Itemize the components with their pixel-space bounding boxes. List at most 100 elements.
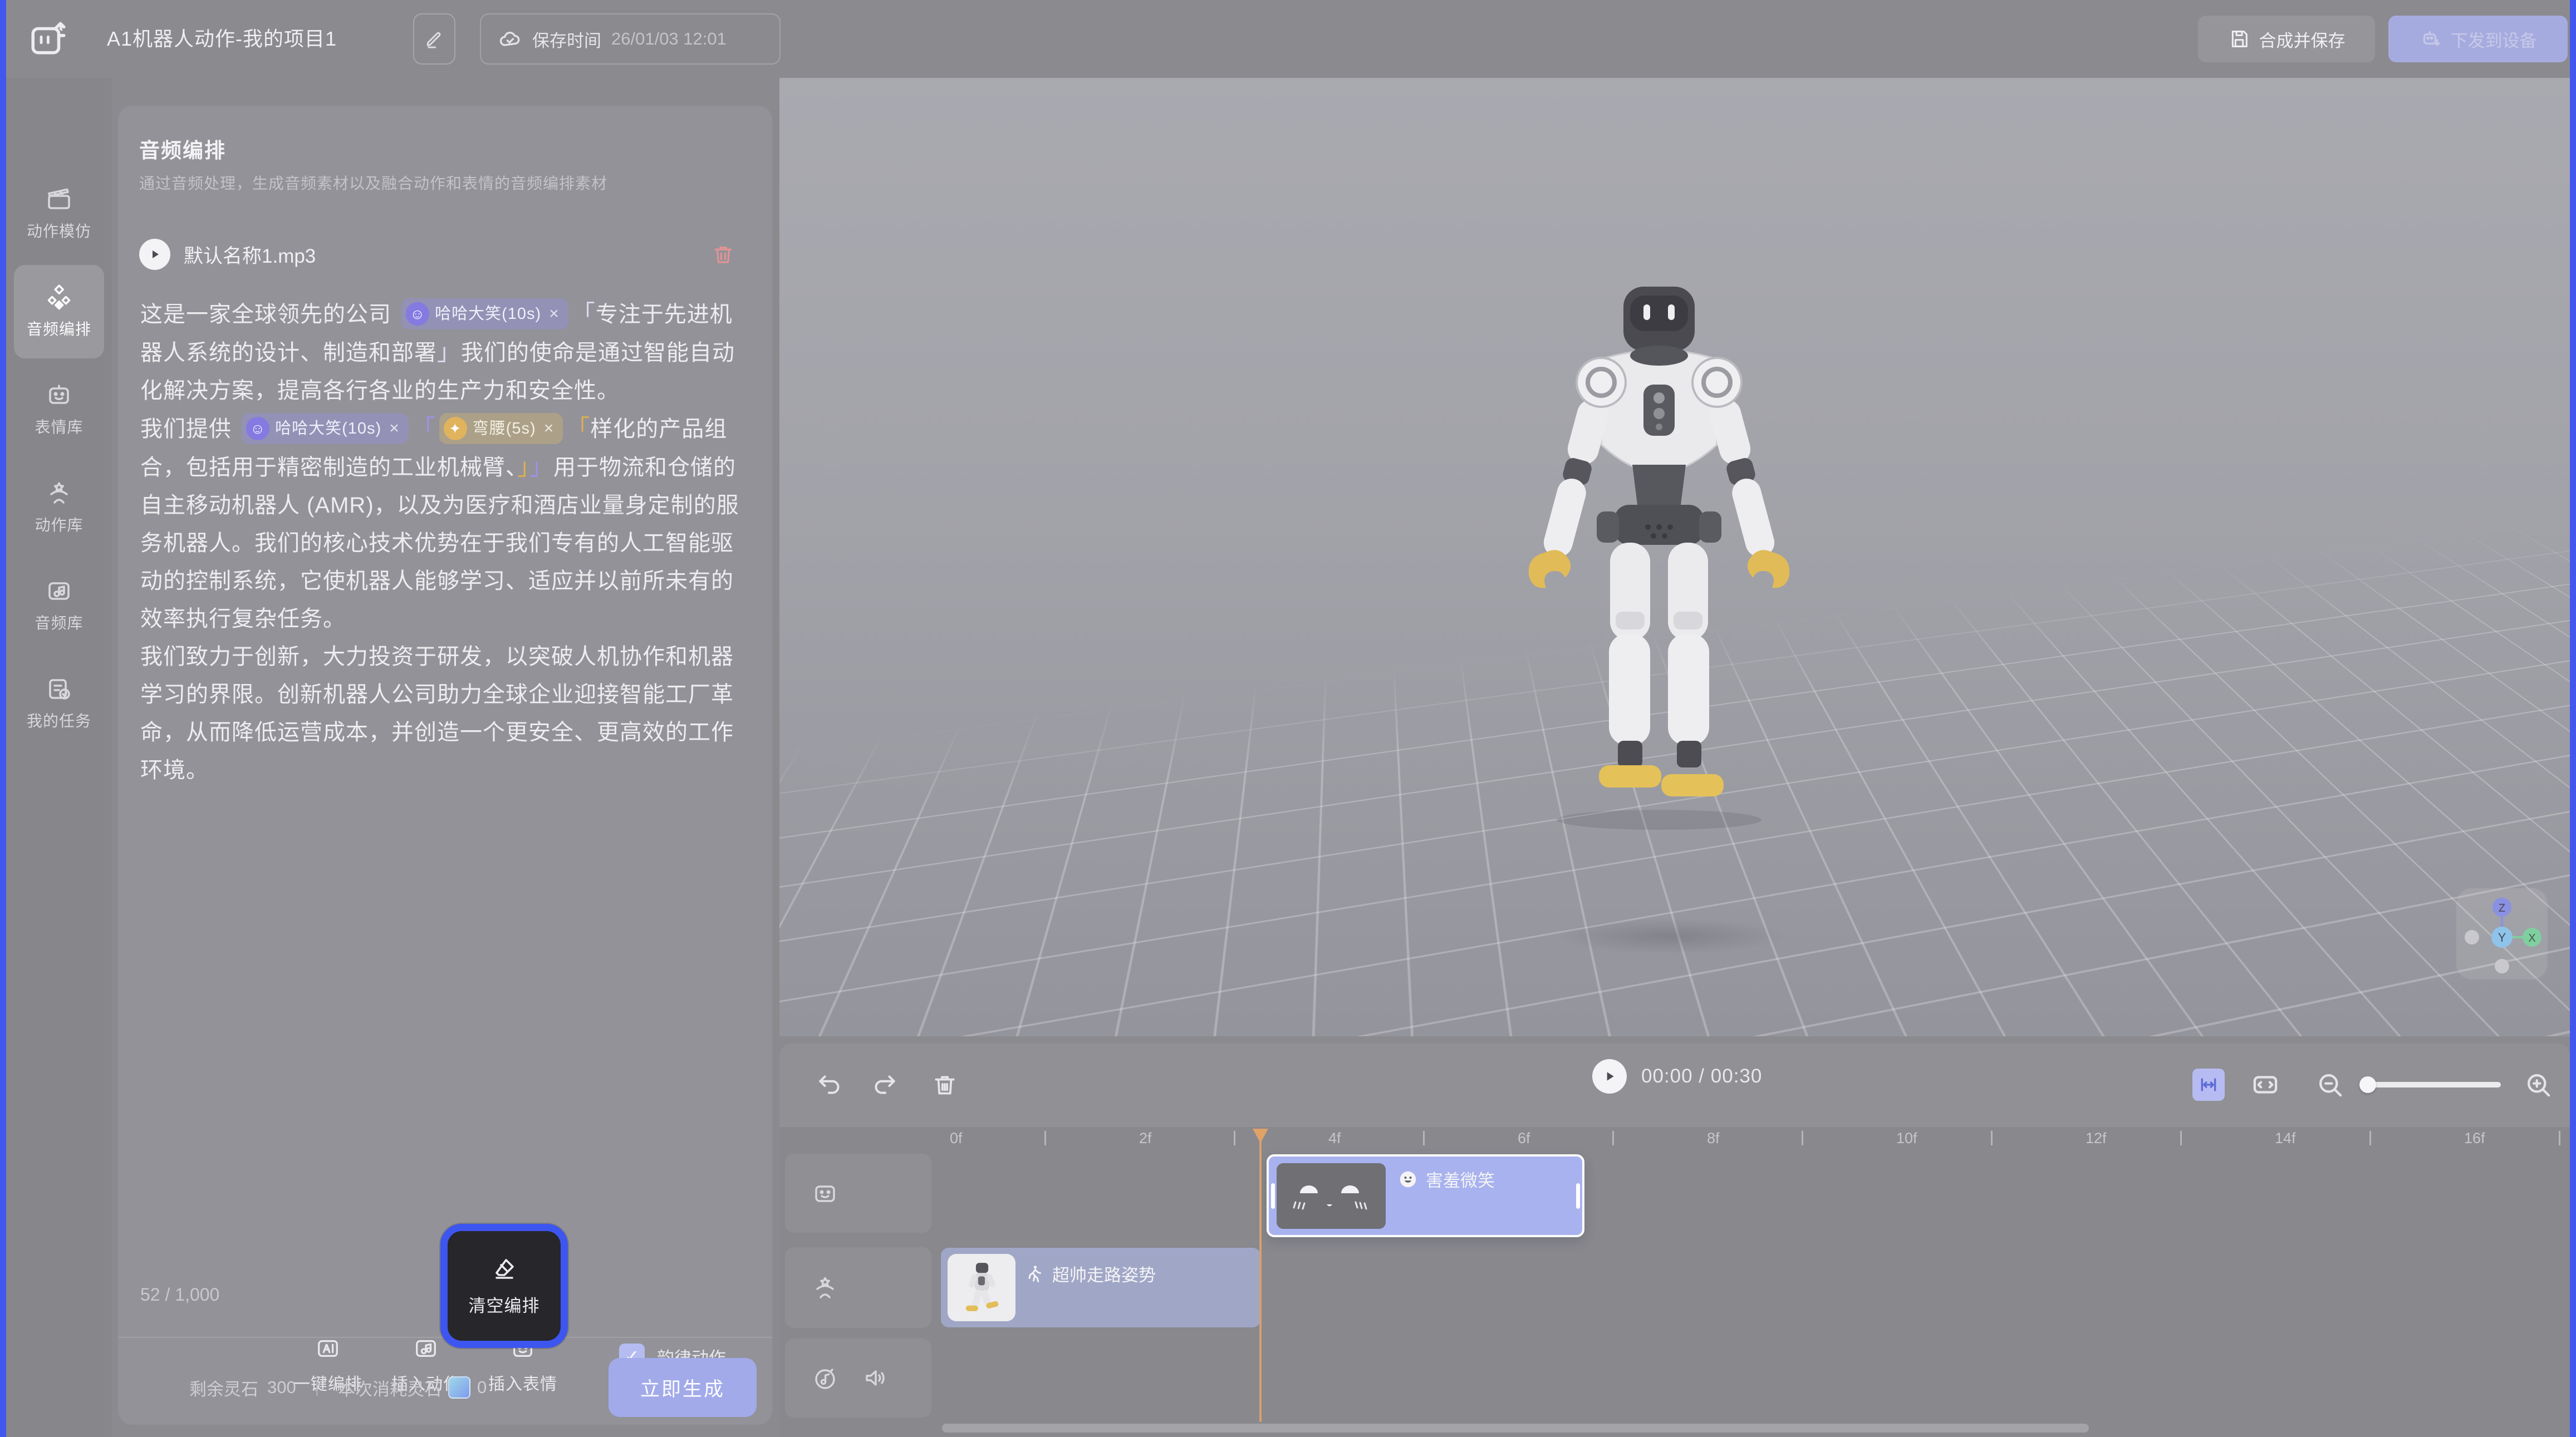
undo-icon[interactable] bbox=[816, 1070, 844, 1100]
ruler-label: 16f bbox=[2464, 1130, 2485, 1147]
segment-bracket: 」 bbox=[517, 454, 529, 480]
segment-bracket: 「 bbox=[566, 415, 590, 441]
timeline-play-button[interactable] bbox=[1592, 1059, 1627, 1094]
clip-trim-handle-right[interactable] bbox=[1576, 1183, 1580, 1209]
timeline-clip-action[interactable]: 超帅走路姿势 bbox=[941, 1248, 1260, 1327]
fit-timeline-icon[interactable] bbox=[2250, 1070, 2280, 1100]
remaining-stones-label: 剩余灵石 bbox=[189, 1375, 258, 1400]
snap-toggle-button[interactable] bbox=[2192, 1069, 2225, 1101]
consume-stones-label: 本次消耗灵石 bbox=[338, 1375, 441, 1400]
ruler-label: 12f bbox=[2086, 1130, 2107, 1147]
sidebar-item-audio-library[interactable]: 音频库 bbox=[14, 559, 104, 652]
audio-file-name: 默认名称1.mp3 bbox=[184, 240, 316, 269]
synthesize-save-button[interactable]: 合成并保存 bbox=[2198, 16, 2375, 62]
save-icon bbox=[2228, 28, 2250, 50]
expression-track-icon bbox=[812, 1180, 838, 1207]
timeline-zoom-slider[interactable] bbox=[2361, 1082, 2501, 1087]
sidebar-item-motion-mimic[interactable]: 动作模仿 bbox=[14, 167, 104, 260]
action-tag[interactable]: ✦ 弯腰(5s)× bbox=[439, 413, 563, 444]
cloud-saved-icon bbox=[498, 27, 522, 51]
sidebar-item-my-tasks[interactable]: 我的任务 bbox=[14, 657, 104, 750]
editor-text: 用于物流和仓储的自主移动机器人 (AMR)，以及为医疗和酒店业量身定制的服务机器… bbox=[140, 455, 739, 631]
ruler-tick bbox=[1991, 1131, 1993, 1145]
segment-bracket: 「 bbox=[572, 301, 596, 327]
gizmo-y-label[interactable]: Y bbox=[2498, 931, 2506, 944]
gizmo-axis-dot bbox=[2495, 959, 2509, 973]
playhead[interactable] bbox=[1253, 1129, 1268, 1424]
segment-bracket: 」 bbox=[529, 454, 553, 480]
ruler-label: 0f bbox=[950, 1130, 963, 1147]
zoom-out-icon[interactable] bbox=[2315, 1070, 2345, 1100]
consume-stones-value: 0 bbox=[477, 1377, 487, 1397]
ruler-label: 2f bbox=[1139, 1130, 1152, 1147]
clear-arrangement-button[interactable]: 清空编排 bbox=[440, 1224, 568, 1348]
deploy-to-device-button[interactable]: 下发到设备 bbox=[2388, 16, 2568, 62]
gizmo-axis-dot bbox=[2465, 930, 2479, 944]
play-icon bbox=[148, 248, 161, 261]
smile-face-icon: ☺ bbox=[406, 302, 429, 326]
editor-content[interactable]: 这是一家全球领先的公司 ☺哈哈大笑(10s)×「专注于先进机器人系统的设计、制造… bbox=[140, 295, 747, 1274]
redo-icon[interactable] bbox=[870, 1070, 898, 1100]
action-clip-label: 超帅走路姿势 bbox=[1052, 1261, 1156, 1286]
ruler-tick bbox=[1802, 1131, 1803, 1145]
timeline-clip-expression[interactable]: 害羞微笑 bbox=[1267, 1154, 1584, 1237]
delete-clip-icon[interactable] bbox=[931, 1070, 959, 1100]
track-header-action[interactable] bbox=[785, 1247, 931, 1328]
pen-icon bbox=[423, 28, 445, 50]
expression-tag[interactable]: ☺哈哈大笑(10s)× bbox=[242, 413, 409, 444]
play-icon bbox=[1602, 1069, 1617, 1084]
save-status: 保存时间 26/01/03 12:01 bbox=[480, 13, 781, 65]
expression-tag[interactable]: ☺哈哈大笑(10s)× bbox=[401, 298, 568, 329]
clip-trim-handle-left[interactable] bbox=[1271, 1183, 1275, 1209]
sidebar-item-label: 动作模仿 bbox=[27, 219, 91, 242]
tag-close-icon[interactable]: × bbox=[544, 410, 555, 447]
segment-bracket: 」 bbox=[437, 339, 461, 365]
track-header-expression[interactable] bbox=[785, 1154, 931, 1233]
clear-arrangement-icon bbox=[491, 1255, 518, 1282]
clapperboard-icon bbox=[46, 186, 72, 213]
synthesize-save-label: 合成并保存 bbox=[2259, 27, 2346, 52]
star-person-icon: ✦ bbox=[444, 417, 467, 440]
sidebar-item-action-library[interactable]: 动作库 bbox=[14, 461, 104, 554]
clear-arrangement-label: 清空编排 bbox=[469, 1292, 540, 1317]
rename-project-button[interactable] bbox=[413, 13, 455, 65]
robot-figure[interactable] bbox=[1481, 167, 1837, 941]
expression-library-icon bbox=[46, 382, 72, 409]
ruler-label: 4f bbox=[1328, 1130, 1341, 1147]
sidebar-item-label: 音频库 bbox=[35, 611, 83, 633]
audio-arrange-panel: 音频编排 通过音频处理，生成音频素材以及融合动作和表情的音频编排素材 默认名称1… bbox=[118, 106, 772, 1425]
action-track-icon bbox=[812, 1274, 838, 1301]
audio-play-button[interactable] bbox=[139, 239, 170, 270]
sidebar-item-expression-library[interactable]: 表情库 bbox=[14, 363, 104, 456]
action-clip-title: 超帅走路姿势 bbox=[1024, 1261, 1156, 1286]
remaining-stones-value: 300 bbox=[267, 1377, 296, 1397]
zoom-in-icon[interactable] bbox=[2523, 1070, 2553, 1100]
char-count: 52 / 1,000 bbox=[140, 1285, 219, 1305]
expression-clip-title: 害羞微笑 bbox=[1398, 1167, 1495, 1192]
editor-text: 这是一家全球领先的公司 bbox=[140, 302, 398, 327]
walking-person-icon bbox=[1024, 1264, 1044, 1284]
ruler-tick bbox=[1612, 1131, 1614, 1145]
timeline-ruler[interactable]: 0f2f4f6f8f10f12f14f16f bbox=[941, 1130, 2567, 1152]
time-display: 00:00 / 00:30 bbox=[1641, 1059, 1762, 1094]
track-header-audio[interactable] bbox=[785, 1338, 931, 1418]
gizmo-x-label[interactable]: X bbox=[2528, 932, 2535, 944]
panel-title: 音频编排 bbox=[139, 134, 226, 164]
orientation-gizmo[interactable]: Z Y X bbox=[2456, 888, 2548, 980]
generate-now-button[interactable]: 立即生成 bbox=[609, 1358, 757, 1417]
expression-clip-label: 害羞微笑 bbox=[1426, 1167, 1495, 1192]
tag-label: 哈哈大笑(10s) bbox=[435, 295, 541, 333]
timeline-horizontal-scrollbar[interactable] bbox=[942, 1424, 2089, 1433]
gizmo-z-label[interactable]: Z bbox=[2499, 902, 2505, 914]
viewport-3d[interactable]: Z Y X bbox=[779, 78, 2570, 1036]
tag-close-icon[interactable]: × bbox=[389, 410, 400, 447]
ruler-tick bbox=[2369, 1131, 2371, 1145]
tag-label: 弯腰(5s) bbox=[473, 410, 536, 447]
ruler-tick bbox=[2180, 1131, 2182, 1145]
snap-icon bbox=[2197, 1074, 2220, 1096]
delete-audio-icon[interactable] bbox=[712, 242, 735, 267]
sidebar-item-audio-arrange[interactable]: 音频编排 bbox=[14, 265, 104, 358]
tag-close-icon[interactable]: × bbox=[549, 295, 560, 333]
tempo-icon bbox=[812, 1365, 838, 1391]
zoom-slider-handle[interactable] bbox=[2359, 1076, 2376, 1093]
